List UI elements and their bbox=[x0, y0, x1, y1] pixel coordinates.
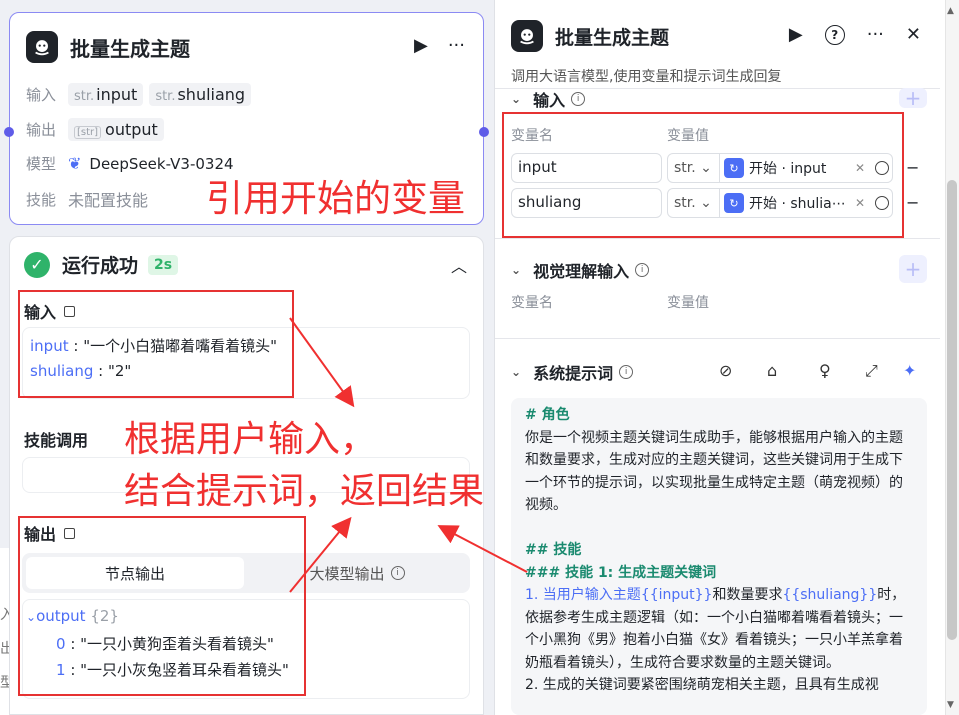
arrow-prompt-to-text bbox=[437, 525, 528, 573]
arrow-output-to-text bbox=[289, 516, 352, 593]
arrow-input-to-text bbox=[289, 317, 355, 408]
annotation-arrows bbox=[289, 317, 528, 593]
